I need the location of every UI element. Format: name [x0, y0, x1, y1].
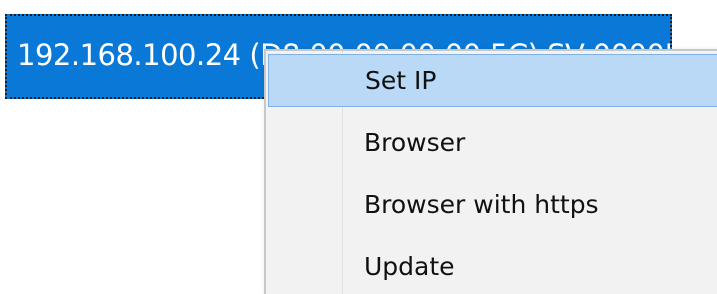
menu-item-update[interactable]: Update — [268, 241, 717, 294]
menu-item-label: Browser with https — [364, 190, 599, 219]
menu-item-label: Update — [364, 252, 455, 281]
menu-item-label: Set IP — [365, 66, 437, 95]
menu-item-browser-https[interactable]: Browser with https — [268, 179, 717, 232]
context-menu: Set IP Browser Browser with https Update — [264, 49, 717, 294]
menu-item-browser[interactable]: Browser — [268, 117, 717, 170]
menu-item-set-ip[interactable]: Set IP — [268, 54, 717, 107]
menu-item-label: Browser — [364, 128, 466, 157]
